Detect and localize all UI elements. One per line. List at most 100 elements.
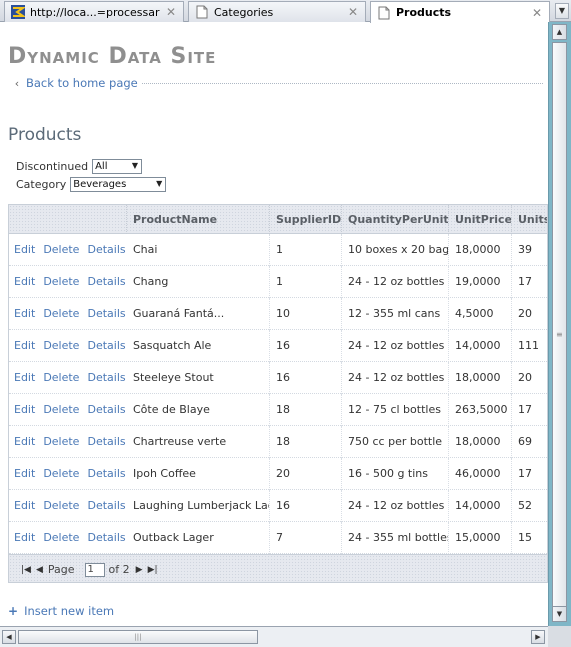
cell-quantityperunit: 24 - 12 oz bottles	[342, 362, 449, 394]
cell-productname: Chartreuse verte	[127, 426, 270, 458]
cell-unitprice: 15,0000	[449, 522, 512, 554]
details-link[interactable]: Details	[87, 531, 125, 544]
back-arrow-icon: ‹	[14, 76, 20, 90]
scroll-down-icon[interactable]: ▼	[552, 606, 567, 622]
scroll-left-icon[interactable]: ◀	[2, 630, 16, 644]
edit-link[interactable]: Edit	[14, 371, 35, 384]
column-header-productname[interactable]: ProductName	[127, 205, 270, 234]
cell-productname: Guaraná Fantá...	[127, 298, 270, 330]
edit-link[interactable]: Edit	[14, 339, 35, 352]
tab-processar[interactable]: http://loca...=processar ✕	[4, 1, 184, 22]
cell-quantityperunit: 24 - 12 oz bottles	[342, 266, 449, 298]
category-select[interactable]: Beverages ▼	[70, 177, 167, 192]
details-link[interactable]: Details	[87, 467, 125, 480]
cell-quantityperunit: 12 - 75 cl bottles	[342, 394, 449, 426]
column-header-unitsinstock[interactable]: UnitsI	[512, 205, 547, 234]
horizontal-scrollbar[interactable]: ◀ ||| ▶	[0, 626, 548, 647]
scroll-thumb[interactable]: |||	[18, 630, 258, 644]
table-row: Edit Delete Details Chai 1 10 boxes x 20 bags…	[9, 234, 547, 266]
edit-link[interactable]: Edit	[14, 243, 35, 256]
cell-unitsinstock: 111	[518, 339, 539, 352]
column-header-supplierid[interactable]: SupplierID	[270, 205, 342, 234]
row-actions: Edit Delete Details	[9, 490, 134, 522]
prev-page-icon[interactable]: ◀	[36, 565, 43, 575]
cell-unitsinstock: 69	[518, 435, 532, 448]
row-actions: Edit Delete Details	[9, 330, 134, 362]
cell-unitsinstock: 39	[518, 243, 532, 256]
plus-icon: +	[8, 604, 19, 618]
filter-discontinued: Discontinued All ▼	[16, 159, 143, 174]
edit-link[interactable]: Edit	[14, 467, 35, 480]
details-link[interactable]: Details	[87, 307, 125, 320]
edit-link[interactable]: Edit	[14, 307, 35, 320]
tab-categories[interactable]: Categories ✕	[188, 1, 366, 22]
edit-link[interactable]: Edit	[14, 435, 35, 448]
cell-quantityperunit: 24 - 355 ml bottles	[342, 522, 449, 554]
table-row: Edit Delete Details Sasquatch Ale 16 24 - 12 …	[9, 330, 547, 362]
tab-products[interactable]: Products ✕	[370, 1, 550, 23]
cell-unitsinstock: 17	[518, 467, 532, 480]
tab-title: http://loca...=processar	[30, 5, 160, 19]
cell-unitprice: 4,5000	[449, 298, 512, 330]
details-link[interactable]: Details	[87, 371, 125, 384]
delete-link[interactable]: Delete	[43, 339, 79, 352]
close-icon[interactable]: ✕	[347, 6, 359, 18]
details-link[interactable]: Details	[87, 435, 125, 448]
cell-productname: Chai	[127, 234, 270, 266]
cell-supplierid: 1	[270, 266, 342, 298]
scroll-right-icon[interactable]: ▶	[531, 630, 545, 644]
cell-quantityperunit: 24 - 12 oz bottles	[342, 490, 449, 522]
edit-link[interactable]: Edit	[14, 275, 35, 288]
delete-link[interactable]: Delete	[43, 307, 79, 320]
discontinued-select[interactable]: All ▼	[92, 159, 143, 174]
row-actions: Edit Delete Details	[9, 426, 134, 458]
grip-icon: ≡	[556, 330, 563, 339]
delete-link[interactable]: Delete	[43, 371, 79, 384]
tab-list-dropdown-icon[interactable]: ▼	[555, 3, 569, 19]
tab-bar: http://loca...=processar ✕ Categories ✕ …	[0, 0, 571, 23]
page-icon	[378, 6, 390, 19]
first-page-icon[interactable]: |◀	[21, 565, 31, 575]
close-icon[interactable]: ✕	[531, 7, 543, 19]
cell-supplierid: 18	[270, 394, 342, 426]
delete-link[interactable]: Delete	[43, 243, 79, 256]
insert-new-item-link[interactable]: Insert new item	[24, 604, 114, 618]
cell-unitprice: 19,0000	[449, 266, 512, 298]
edit-link[interactable]: Edit	[14, 403, 35, 416]
site-title: Dynamic Data Site	[8, 44, 217, 69]
delete-link[interactable]: Delete	[43, 499, 79, 512]
page-content: Dynamic Data Site ‹ Back to home page Pr…	[0, 22, 548, 626]
select-value: Beverages	[73, 179, 127, 190]
grid-pager: |◀ ◀ Page 1 of 2 ▶ ▶|	[9, 554, 547, 582]
table-row: Edit Delete Details Chartreuse verte 18 750 c…	[9, 426, 547, 458]
vertical-scrollbar[interactable]: ▲ ≡ ▼	[548, 22, 571, 626]
column-header-quantityperunit[interactable]: QuantityPerUnit	[342, 205, 449, 234]
delete-link[interactable]: Delete	[43, 403, 79, 416]
scroll-thumb[interactable]: ≡	[552, 42, 567, 622]
details-link[interactable]: Details	[87, 339, 125, 352]
scroll-up-icon[interactable]: ▲	[552, 24, 567, 40]
delete-link[interactable]: Delete	[43, 467, 79, 480]
details-link[interactable]: Details	[87, 403, 125, 416]
edit-link[interactable]: Edit	[14, 499, 35, 512]
delete-link[interactable]: Delete	[43, 275, 79, 288]
back-to-home-link[interactable]: Back to home page	[26, 76, 138, 90]
column-header-unitprice[interactable]: UnitPrice	[449, 205, 512, 234]
last-page-icon[interactable]: ▶|	[148, 565, 158, 575]
delete-link[interactable]: Delete	[43, 435, 79, 448]
page-icon	[196, 5, 208, 19]
cell-supplierid: 16	[270, 362, 342, 394]
next-page-icon[interactable]: ▶	[136, 565, 143, 575]
close-icon[interactable]: ✕	[165, 6, 177, 18]
details-link[interactable]: Details	[87, 499, 125, 512]
page-number-input[interactable]: 1	[84, 562, 105, 577]
delete-link[interactable]: Delete	[43, 531, 79, 544]
details-link[interactable]: Details	[87, 243, 125, 256]
row-actions: Edit Delete Details	[9, 266, 134, 298]
cell-supplierid: 16	[270, 330, 342, 362]
details-link[interactable]: Details	[87, 275, 125, 288]
edit-link[interactable]: Edit	[14, 531, 35, 544]
cell-quantityperunit: 10 boxes x 20 bags	[342, 234, 449, 266]
products-grid: ProductName SupplierID QuantityPerUnit U…	[8, 204, 548, 583]
cell-unitsinstock: 20	[518, 371, 532, 384]
